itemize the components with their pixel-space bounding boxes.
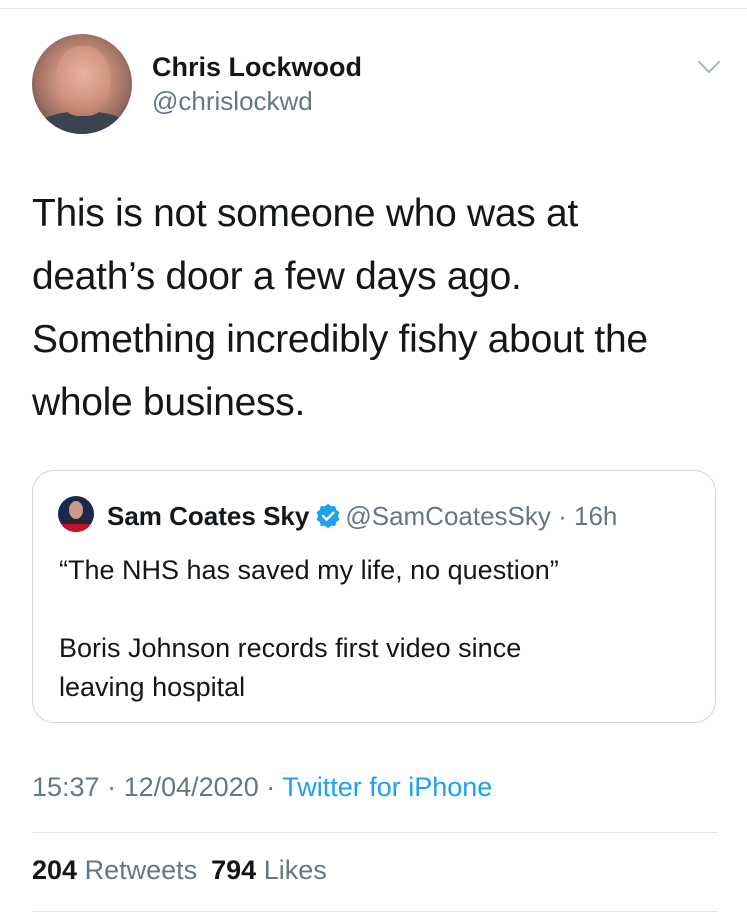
quoted-author-name: Sam Coates Sky	[107, 501, 310, 531]
meta-separator: ·	[99, 772, 124, 802]
tweet-meta: 15:37 · 12/04/2020 · Twitter for iPhone	[32, 772, 492, 803]
likes-stat[interactable]: 794 Likes	[211, 855, 327, 885]
quoted-author-handle: @SamCoatesSky	[345, 501, 551, 531]
quoted-avatar-logo-bar	[58, 524, 94, 532]
retweets-label: Retweets	[84, 855, 198, 885]
author-name[interactable]: Chris Lockwood	[152, 52, 362, 83]
chevron-down-icon[interactable]	[696, 54, 722, 80]
divider	[32, 911, 718, 912]
tweet-time[interactable]: 15:37	[32, 772, 100, 802]
likes-label: Likes	[263, 855, 327, 885]
quoted-text-line: Boris Johnson records first video since	[59, 633, 522, 663]
tweet-text-line: This is not someone who was at	[32, 192, 578, 235]
retweets-count: 204	[32, 855, 78, 885]
quoted-text-line: “The NHS has saved my life, no question”	[59, 555, 559, 585]
author-handle[interactable]: @chrislockwd	[152, 86, 313, 117]
quoted-timestamp: 16h	[574, 501, 618, 531]
tweet-text: This is not someone who was at death’s d…	[32, 182, 712, 434]
quoted-tweet-card[interactable]: Sam Coates Sky @SamCoatesSky · 16h “The …	[32, 470, 716, 723]
tweet-date[interactable]: 12/04/2020	[124, 772, 259, 802]
meta-separator: ·	[258, 772, 283, 802]
likes-count: 794	[211, 855, 257, 885]
tweet-stats: 204 Retweets 794 Likes	[32, 855, 341, 886]
quoted-tweet-text: “The NHS has saved my life, no question”…	[59, 551, 699, 707]
author-avatar[interactable]	[32, 34, 132, 134]
top-divider	[0, 8, 747, 9]
verified-badge-icon	[316, 503, 340, 529]
tweet-author: Chris Lockwood @chrislockwd	[32, 34, 720, 144]
quoted-text-line: leaving hospital	[59, 672, 246, 702]
quoted-tweet-header: Sam Coates Sky @SamCoatesSky · 16h	[107, 501, 617, 535]
retweets-stat[interactable]: 204 Retweets	[32, 855, 197, 885]
quoted-avatar-face	[69, 501, 83, 519]
tweet-text-line: death’s door a few days ago.	[32, 255, 522, 298]
avatar-face	[56, 46, 110, 116]
divider	[32, 832, 718, 833]
tweet-text-line: Something incredibly fishy about the	[32, 318, 648, 361]
quoted-author-avatar	[58, 496, 94, 532]
tweet-text-line: whole business.	[32, 381, 305, 424]
quoted-separator: ·	[550, 501, 575, 531]
quoted-text-spacer	[59, 590, 699, 629]
tweet-source-link[interactable]: Twitter for iPhone	[282, 772, 492, 802]
